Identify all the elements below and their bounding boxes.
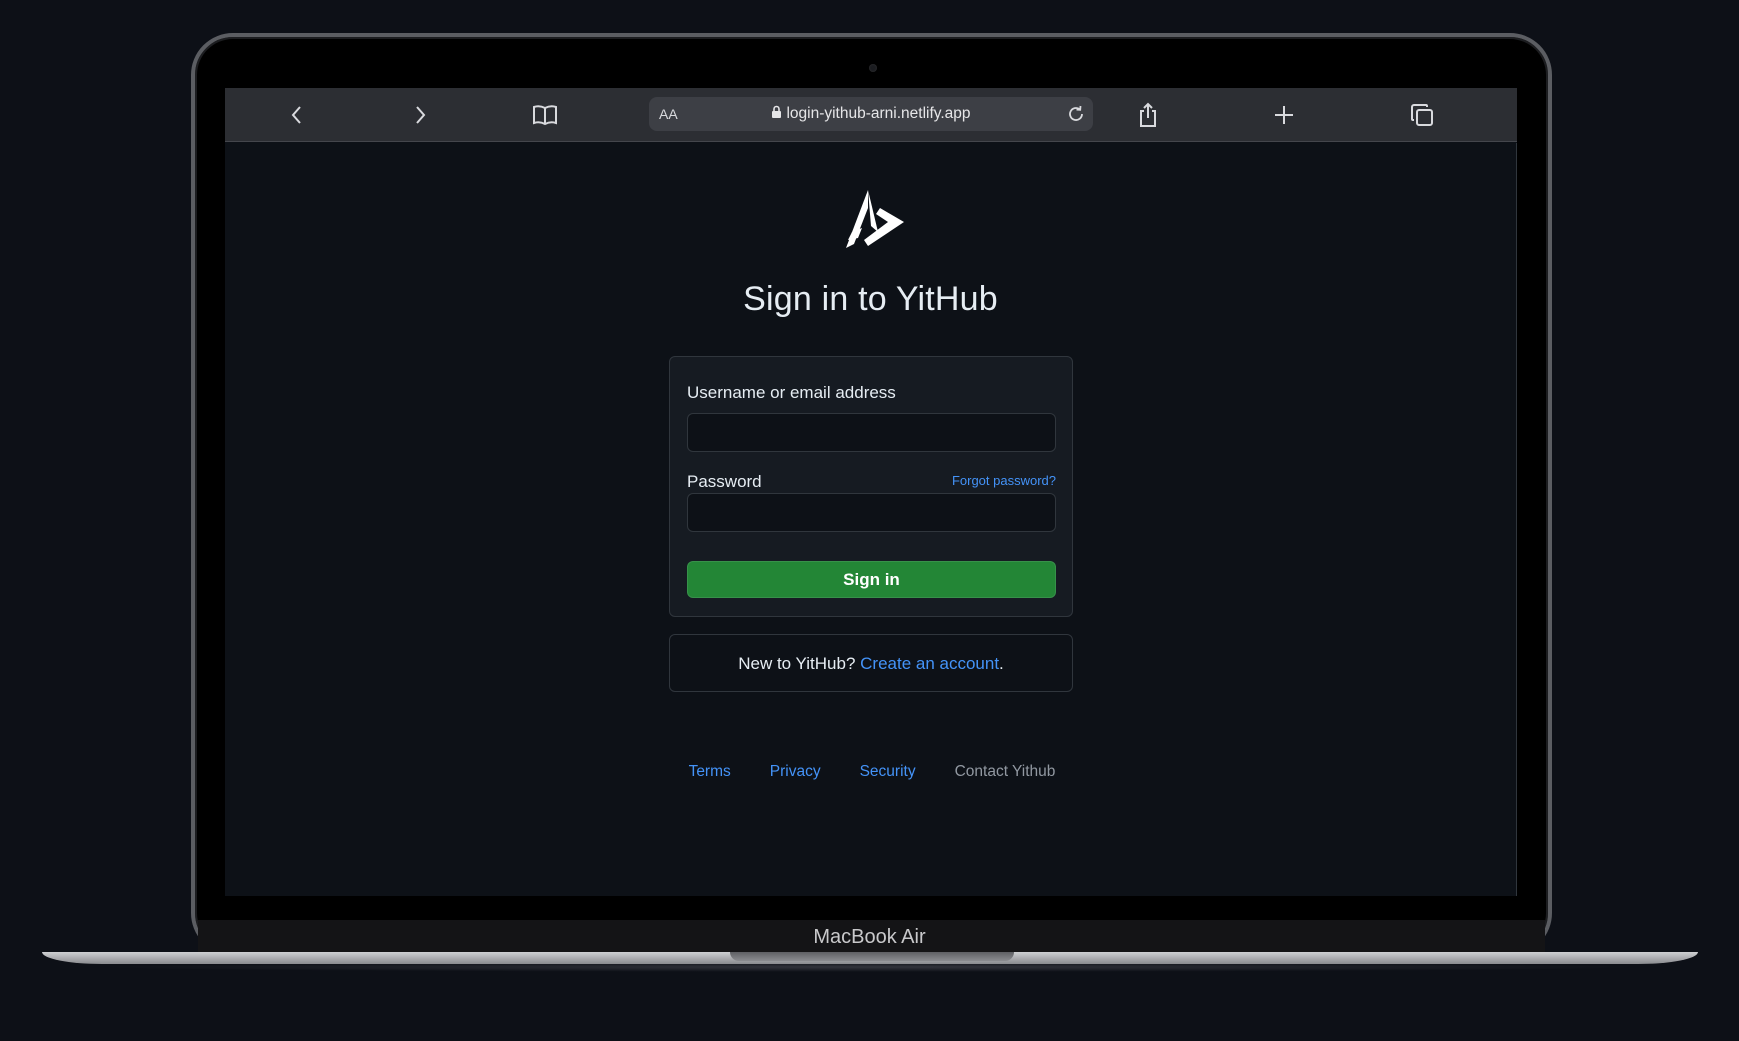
address-bar[interactable]: AA login-yithub-arni.netlify.app [649, 97, 1093, 131]
back-button[interactable] [280, 98, 314, 132]
screen: AA login-yithub-arni.netlify.app Sign in… [225, 88, 1517, 896]
device-brand-label: MacBook Air [813, 926, 926, 948]
url-text: login-yithub-arni.netlify.app [786, 105, 971, 122]
footer-link-terms[interactable]: Terms [689, 763, 731, 781]
signup-callout: New to YitHub? Create an account. [669, 634, 1073, 692]
reload-icon [1069, 105, 1083, 121]
bookmarks-button[interactable] [528, 98, 562, 132]
url-display[interactable]: login-yithub-arni.netlify.app [649, 105, 1093, 123]
camera-icon [869, 64, 877, 72]
sign-in-button[interactable]: Sign in [687, 561, 1056, 598]
login-form: Username or email address Password Forgo… [669, 356, 1073, 617]
username-label: Username or email address [687, 383, 896, 402]
forward-button[interactable] [403, 98, 437, 132]
password-label: Password [687, 472, 762, 491]
create-account-link[interactable]: Create an account [860, 654, 999, 673]
footer-link-privacy[interactable]: Privacy [770, 763, 821, 781]
lock-icon [772, 105, 782, 118]
login-page: Sign in to YitHub Username or email addr… [225, 143, 1517, 896]
footer-link-contact[interactable]: Contact Yithub [955, 763, 1056, 781]
back-icon [291, 106, 301, 124]
tabs-button[interactable] [1405, 98, 1439, 132]
signup-suffix: . [999, 654, 1004, 673]
password-input[interactable] [687, 493, 1056, 532]
page-title: Sign in to YitHub [743, 280, 998, 318]
reload-button[interactable] [1065, 103, 1087, 130]
new-tab-icon [1275, 106, 1293, 124]
yithub-logo [838, 188, 906, 261]
new-tab-button[interactable] [1267, 98, 1301, 132]
forward-icon [416, 106, 426, 124]
bookmarks-icon [533, 105, 557, 126]
laptop-notch [730, 952, 1014, 961]
footer-links: Terms Privacy Security Contact Yithub [225, 763, 1516, 781]
username-input[interactable] [687, 413, 1056, 452]
footer-link-security[interactable]: Security [860, 763, 916, 781]
share-button[interactable] [1131, 98, 1165, 132]
forgot-password-link[interactable]: Forgot password? [952, 473, 1056, 488]
signup-prompt: New to YitHub? [738, 654, 861, 673]
browser-toolbar: AA login-yithub-arni.netlify.app [225, 88, 1517, 142]
share-icon [1140, 102, 1156, 127]
tabs-icon [1411, 104, 1433, 126]
